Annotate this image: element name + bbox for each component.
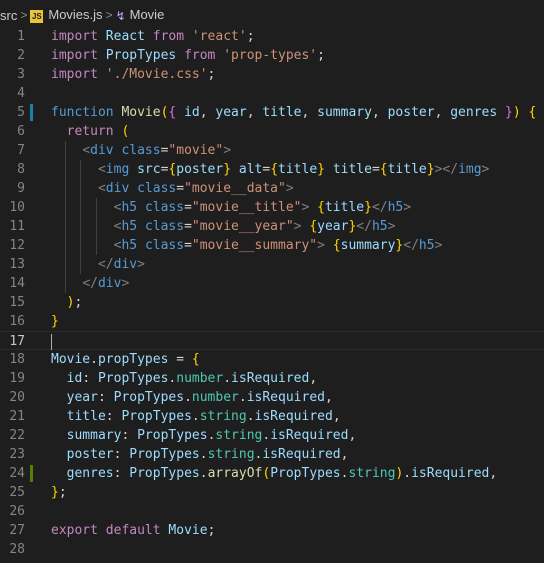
line-number: 9	[17, 181, 25, 196]
code-text: </div>	[82, 276, 130, 291]
breadcrumb-symbol[interactable]: ↯ Movie	[116, 7, 165, 23]
code-line[interactable]: 11 <h5 class="movie__year"> {year}</h5>	[0, 217, 544, 236]
line-number: 6	[17, 124, 25, 139]
code-line[interactable]: 6 return (	[0, 122, 544, 141]
line-number: 5	[17, 105, 25, 120]
breadcrumb-file[interactable]: JS Movies.js	[30, 7, 103, 23]
line-number: 23	[9, 447, 25, 462]
code-line[interactable]: 7 <div class="movie">	[0, 141, 544, 160]
line-number: 27	[9, 523, 25, 538]
code-line[interactable]: 22 summary: PropTypes.string.isRequired,	[0, 426, 544, 445]
line-number: 15	[9, 295, 25, 310]
code-text: <h5 class="movie__title"> {title}</h5>	[113, 200, 412, 215]
code-text: <img src={poster} alt={title} title={tit…	[97, 162, 490, 177]
code-text: Movie.propTypes = {	[51, 352, 200, 367]
line-number: 2	[17, 48, 25, 63]
code-text: import React from 'react';	[51, 29, 255, 44]
javascript-file-icon: JS	[30, 9, 44, 23]
line-number: 20	[9, 390, 25, 405]
code-text: );	[66, 295, 83, 310]
code-text: return (	[66, 124, 130, 139]
code-text: poster: PropTypes.string.isRequired,	[66, 447, 349, 462]
code-line[interactable]: 10 <h5 class="movie__title"> {title}</h5…	[0, 198, 544, 217]
line-number: 13	[9, 257, 25, 272]
code-text: <div class="movie">	[82, 143, 232, 158]
breadcrumb-symbol-label: Movie	[129, 7, 165, 23]
code-line[interactable]: 13 </div>	[0, 255, 544, 274]
line-number: 11	[9, 219, 25, 234]
code-text: genres: PropTypes.arrayOf(PropTypes.stri…	[66, 466, 498, 481]
code-text: id: PropTypes.number.isRequired,	[66, 371, 318, 386]
code-text: title: PropTypes.string.isRequired,	[66, 409, 341, 424]
code-line[interactable]: 26	[0, 502, 544, 521]
code-line[interactable]: 15 );	[0, 293, 544, 312]
line-number: 14	[9, 276, 25, 291]
component-icon: ↯	[115, 8, 126, 23]
line-number: 22	[9, 428, 25, 443]
code-text: import './Movie.css';	[51, 67, 216, 82]
code-line[interactable]: 16}	[0, 312, 544, 331]
line-number: 17	[9, 334, 25, 349]
git-modified-marker[interactable]	[30, 104, 33, 121]
code-text: year: PropTypes.number.isRequired,	[66, 390, 333, 405]
code-line[interactable]: 18 Movie.propTypes = {	[0, 350, 544, 369]
text-cursor	[51, 333, 52, 350]
code-text: }	[51, 314, 59, 329]
chevron-right-icon: >	[20, 8, 28, 22]
code-line[interactable]: 4	[0, 84, 544, 103]
line-number: 7	[17, 143, 25, 158]
line-number: 25	[9, 485, 25, 500]
code-text: summary: PropTypes.string.isRequired,	[66, 428, 357, 443]
line-number: 1	[17, 29, 25, 44]
code-line[interactable]: 17	[0, 331, 544, 350]
code-text: </div>	[97, 257, 145, 272]
line-number: 18	[9, 352, 25, 367]
breadcrumb-folder[interactable]: src	[0, 8, 17, 23]
code-line[interactable]: 12 <h5 class="movie__summary"> {summary}…	[0, 236, 544, 255]
code-text: };	[51, 485, 67, 500]
code-line[interactable]: 2 import PropTypes from 'prop-types';	[0, 46, 544, 65]
code-line[interactable]: 28	[0, 540, 544, 559]
code-line[interactable]: 21 title: PropTypes.string.isRequired,	[0, 407, 544, 426]
code-line[interactable]: 3 import './Movie.css';	[0, 65, 544, 84]
chevron-right-icon: >	[105, 8, 113, 22]
line-number: 16	[9, 314, 25, 329]
code-editor[interactable]: 1 import React from 'react'; 2 import PropT…	[0, 27, 544, 563]
line-number: 28	[9, 542, 25, 557]
code-text: <h5 class="movie__summary"> {summary}</h…	[113, 238, 443, 253]
code-line[interactable]: 8 <img src={poster} alt={title} title={t…	[0, 160, 544, 179]
line-number: 19	[9, 371, 25, 386]
code-line[interactable]: 5 function Movie({ id, year, title, summa…	[0, 103, 544, 122]
breadcrumb: src > JS Movies.js > ↯ Movie	[0, 0, 544, 30]
line-number: 12	[9, 238, 25, 253]
code-line[interactable]: 24 genres: PropTypes.arrayOf(PropTypes.s…	[0, 464, 544, 483]
code-text: import PropTypes from 'prop-types';	[51, 48, 325, 63]
code-line[interactable]: 25};	[0, 483, 544, 502]
line-number: 10	[9, 200, 25, 215]
git-added-marker[interactable]	[30, 465, 33, 482]
line-number: 24	[9, 466, 25, 481]
breadcrumb-file-label: Movies.js	[48, 7, 103, 23]
code-line[interactable]: 1 import React from 'react';	[0, 27, 544, 46]
code-line[interactable]: 23 poster: PropTypes.string.isRequired,	[0, 445, 544, 464]
code-text: <h5 class="movie__year"> {year}</h5>	[113, 219, 396, 234]
code-line[interactable]: 14 </div>	[0, 274, 544, 293]
code-text	[51, 332, 52, 351]
code-line[interactable]: 27 export default Movie;	[0, 521, 544, 540]
line-number: 21	[9, 409, 25, 424]
code-line[interactable]: 9 <div class="movie__data">	[0, 179, 544, 198]
code-text: <div class="movie__data">	[97, 181, 294, 196]
line-number: 4	[17, 86, 25, 101]
line-number: 8	[17, 162, 25, 177]
code-line[interactable]: 20 year: PropTypes.number.isRequired,	[0, 388, 544, 407]
code-text: function Movie({ id, year, title, summar…	[51, 105, 537, 120]
code-text: export default Movie;	[51, 523, 216, 538]
line-number: 26	[9, 504, 25, 519]
code-line[interactable]: 19 id: PropTypes.number.isRequired,	[0, 369, 544, 388]
line-number: 3	[17, 67, 25, 82]
